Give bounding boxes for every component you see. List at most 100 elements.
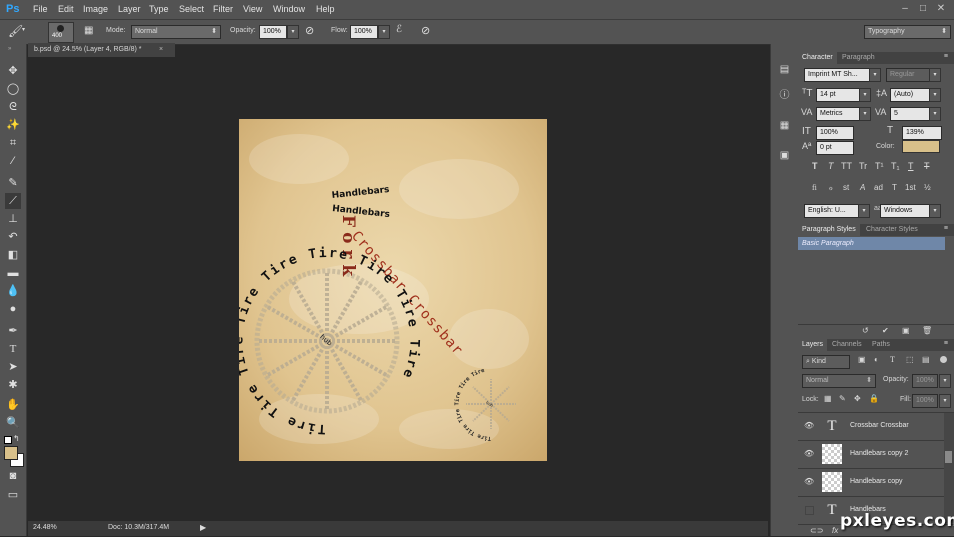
layers-panel-menu-icon[interactable]: ≡ [944, 340, 948, 347]
clone-stamp-tool-icon[interactable]: ⊥ [5, 211, 21, 227]
screen-mode-icon[interactable]: ▭ [5, 487, 21, 503]
layer-row[interactable]: 👁 T Crossbar Crossbar [798, 413, 944, 441]
leading-dropdown-icon[interactable]: ▾ [929, 88, 941, 102]
close-document-icon[interactable]: × [159, 43, 163, 57]
tab-paragraph-styles[interactable]: Paragraph Styles [798, 224, 860, 236]
character-panel-menu-icon[interactable]: ≡ [944, 53, 948, 60]
brush-tool-icon[interactable]: 🖌 [8, 24, 23, 38]
tracking-dropdown-icon[interactable]: ▾ [929, 107, 941, 121]
maximize-icon[interactable]: □ [918, 3, 928, 14]
small-caps-button[interactable]: Tr [859, 161, 867, 171]
menu-help[interactable]: Help [316, 4, 335, 14]
brush-panel-toggle-icon[interactable]: ▦ [84, 25, 93, 36]
close-window-icon[interactable]: ✕ [936, 3, 946, 14]
lock-image-icon[interactable]: ✎ [839, 394, 846, 403]
opacity-dropdown-icon[interactable]: ▾ [287, 25, 299, 39]
strikethrough-button[interactable]: T [924, 161, 930, 171]
brush-tool-icon[interactable]: ⟋ [5, 193, 21, 209]
faux-bold-button[interactable]: T [812, 161, 818, 171]
subscript-button[interactable]: T₁ [891, 161, 900, 171]
healing-brush-tool-icon[interactable]: ✎ [5, 175, 21, 191]
gradient-tool-icon[interactable]: ▬ [5, 265, 21, 281]
ordinals-button[interactable]: 1st [905, 183, 916, 192]
redefine-style-icon[interactable]: ✔ [882, 326, 889, 335]
workspace-select[interactable]: Typography ⬍ [864, 25, 951, 39]
font-style-dropdown-icon[interactable]: ▾ [929, 68, 941, 82]
lasso-tool-icon[interactable]: ᘓ [5, 99, 21, 115]
font-family-dropdown-icon[interactable]: ▾ [869, 68, 881, 82]
text-color-swatch[interactable] [902, 140, 940, 153]
swatches-icon[interactable]: ▦ [777, 118, 792, 133]
blur-tool-icon[interactable]: 💧 [5, 283, 21, 299]
tool-preset-dropdown-icon[interactable]: ▾ [22, 26, 25, 33]
blend-mode-select[interactable]: Normal ⬍ [802, 374, 876, 388]
default-colors-icon[interactable] [4, 436, 12, 444]
font-size-dropdown-icon[interactable]: ▾ [859, 88, 871, 102]
hidden-eye-icon[interactable] [805, 506, 814, 515]
fill-input[interactable]: 100% [912, 394, 938, 408]
clear-override-icon[interactable]: ↺ [862, 326, 869, 335]
marquee-tool-icon[interactable]: ◯ [5, 81, 21, 97]
menu-file[interactable]: File [33, 4, 48, 14]
swap-colors-icon[interactable]: ↰ [13, 434, 20, 443]
eye-icon[interactable]: 👁 [804, 449, 814, 459]
tab-channels[interactable]: Channels [828, 339, 866, 351]
link-icon[interactable]: ⊂⊃ [810, 526, 823, 535]
pen-tool-icon[interactable]: ✒ [5, 323, 21, 339]
fill-dropdown-icon[interactable]: ▾ [939, 394, 951, 408]
eye-icon[interactable]: 👁 [804, 477, 814, 487]
canvas-area[interactable]: Handlebars Handlebars Fork Crossbar Cros… [28, 57, 768, 521]
tab-character[interactable]: Character [798, 52, 837, 64]
layer-row[interactable]: 👁 Handlebars copy 2 [798, 441, 944, 469]
font-family-select[interactable]: Imprint MT Sh... [804, 68, 870, 82]
delete-style-icon[interactable]: 🗑 [922, 326, 932, 335]
menu-layer[interactable]: Layer [118, 4, 141, 14]
dodge-tool-icon[interactable]: ● [5, 301, 21, 317]
layer-row[interactable]: 👁 Handlebars copy [798, 469, 944, 497]
flow-dropdown-icon[interactable]: ▾ [378, 25, 390, 39]
toolbox-collapse-icon[interactable]: » [8, 46, 11, 52]
language-dropdown-icon[interactable]: ▾ [858, 204, 870, 218]
menu-view[interactable]: View [243, 4, 262, 14]
contextual-alternates-button[interactable]: ℴ [829, 183, 833, 192]
styles-icon[interactable]: ▣ [777, 148, 792, 163]
history-brush-tool-icon[interactable]: ↶ [5, 229, 21, 245]
layer-opacity-input[interactable]: 100% [912, 374, 938, 388]
lock-all-icon[interactable]: 🔒 [869, 394, 879, 403]
styles-panel-menu-icon[interactable]: ≡ [944, 225, 948, 232]
kerning-dropdown-icon[interactable]: ▾ [859, 107, 871, 121]
faux-italic-button[interactable]: T [828, 161, 834, 171]
flow-input[interactable]: 100% [350, 25, 378, 39]
titling-alternates-button[interactable]: T [892, 183, 897, 192]
airbrush-icon[interactable]: ℰ [396, 24, 402, 35]
menu-filter[interactable]: Filter [213, 4, 233, 14]
baseline-shift-input[interactable]: 0 pt [816, 141, 854, 155]
filter-shape-icon[interactable]: ⬚ [906, 355, 914, 364]
new-style-icon[interactable]: ▣ [902, 326, 910, 335]
antialias-dropdown-icon[interactable]: ▾ [929, 204, 941, 218]
eraser-tool-icon[interactable]: ◧ [5, 247, 21, 263]
brush-preset-picker[interactable]: 400 [48, 22, 74, 43]
filter-pixel-icon[interactable]: ▣ [858, 355, 866, 364]
lock-transparent-icon[interactable]: ▦ [824, 394, 832, 403]
layer-filter-select[interactable]: ⌕ Kind [802, 355, 850, 369]
discretionary-ligatures-button[interactable]: st [843, 183, 849, 192]
tab-character-styles[interactable]: Character Styles [862, 224, 922, 236]
quick-mask-icon[interactable]: ◙ [5, 468, 21, 484]
filter-smart-object-icon[interactable]: ▤ [922, 355, 930, 364]
menu-type[interactable]: Type [149, 4, 169, 14]
superscript-button[interactable]: T¹ [875, 161, 884, 171]
layers-scrollbar-thumb[interactable] [945, 451, 952, 463]
move-tool-icon[interactable]: ✥ [5, 63, 21, 79]
menu-image[interactable]: Image [83, 4, 108, 14]
horizontal-scale-input[interactable]: 139% [902, 126, 942, 140]
menu-select[interactable]: Select [179, 4, 204, 14]
vertical-scale-input[interactable]: 100% [816, 126, 854, 140]
mode-select[interactable]: Normal ⬍ [131, 25, 221, 39]
layers-scrollbar[interactable] [944, 413, 954, 523]
pressure-size-icon[interactable]: ⊘ [421, 24, 430, 37]
tab-layers[interactable]: Layers [798, 339, 828, 351]
fx-icon[interactable]: fx [832, 526, 838, 535]
path-selection-tool-icon[interactable]: ➤ [5, 359, 21, 375]
history-icon[interactable]: ▤ [777, 62, 792, 77]
